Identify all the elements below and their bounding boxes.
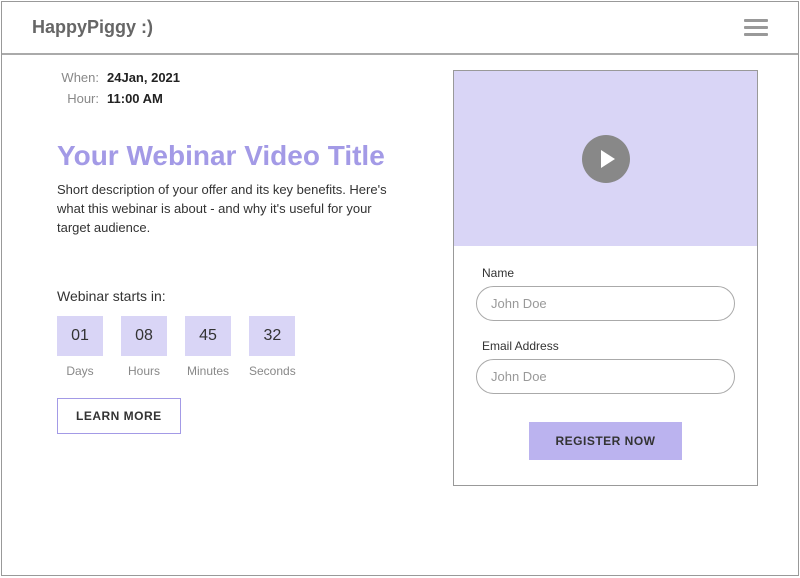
- video-preview: [454, 71, 757, 246]
- countdown-hours-value: 08: [121, 316, 167, 356]
- countdown-days-value: 01: [57, 316, 103, 356]
- name-label: Name: [482, 266, 735, 280]
- countdown-minutes-unit: Minutes: [187, 364, 229, 378]
- countdown-hours-unit: Hours: [128, 364, 160, 378]
- name-field[interactable]: [476, 286, 735, 321]
- hour-label: Hour:: [57, 91, 99, 106]
- learn-more-button[interactable]: LEARN MORE: [57, 398, 181, 434]
- hour-row: Hour: 11:00 AM: [57, 91, 418, 106]
- countdown-days-unit: Days: [66, 364, 93, 378]
- countdown-seconds-unit: Seconds: [249, 364, 296, 378]
- webinar-description: Short description of your offer and its …: [57, 181, 387, 238]
- when-label: When:: [57, 70, 99, 85]
- countdown-seconds-value: 32: [249, 316, 295, 356]
- left-column: When: 24Jan, 2021 Hour: 11:00 AM Your We…: [57, 70, 418, 486]
- email-label: Email Address: [482, 339, 735, 353]
- countdown: 01 Days 08 Hours 45 Minutes 32 Seconds: [57, 316, 418, 378]
- countdown-days: 01 Days: [57, 316, 103, 378]
- hamburger-menu-icon[interactable]: [744, 19, 768, 36]
- countdown-minutes-value: 45: [185, 316, 231, 356]
- when-value: 24Jan, 2021: [107, 70, 180, 85]
- countdown-label: Webinar starts in:: [57, 288, 418, 304]
- hour-value: 11:00 AM: [107, 91, 163, 106]
- webinar-title: Your Webinar Video Title: [57, 138, 418, 173]
- header: HappyPiggy :): [2, 2, 798, 55]
- countdown-hours: 08 Hours: [121, 316, 167, 378]
- content: When: 24Jan, 2021 Hour: 11:00 AM Your We…: [2, 55, 798, 506]
- countdown-seconds: 32 Seconds: [249, 316, 296, 378]
- play-icon[interactable]: [582, 135, 630, 183]
- when-row: When: 24Jan, 2021: [57, 70, 418, 85]
- signup-panel: Name Email Address REGISTER NOW: [453, 70, 758, 486]
- countdown-minutes: 45 Minutes: [185, 316, 231, 378]
- register-form: Name Email Address REGISTER NOW: [454, 246, 757, 485]
- right-column: Name Email Address REGISTER NOW: [453, 70, 758, 486]
- brand-logo: HappyPiggy :): [32, 17, 153, 38]
- email-field[interactable]: [476, 359, 735, 394]
- register-button[interactable]: REGISTER NOW: [529, 422, 681, 460]
- page-frame: HappyPiggy :) When: 24Jan, 2021 Hour: 11…: [1, 1, 799, 576]
